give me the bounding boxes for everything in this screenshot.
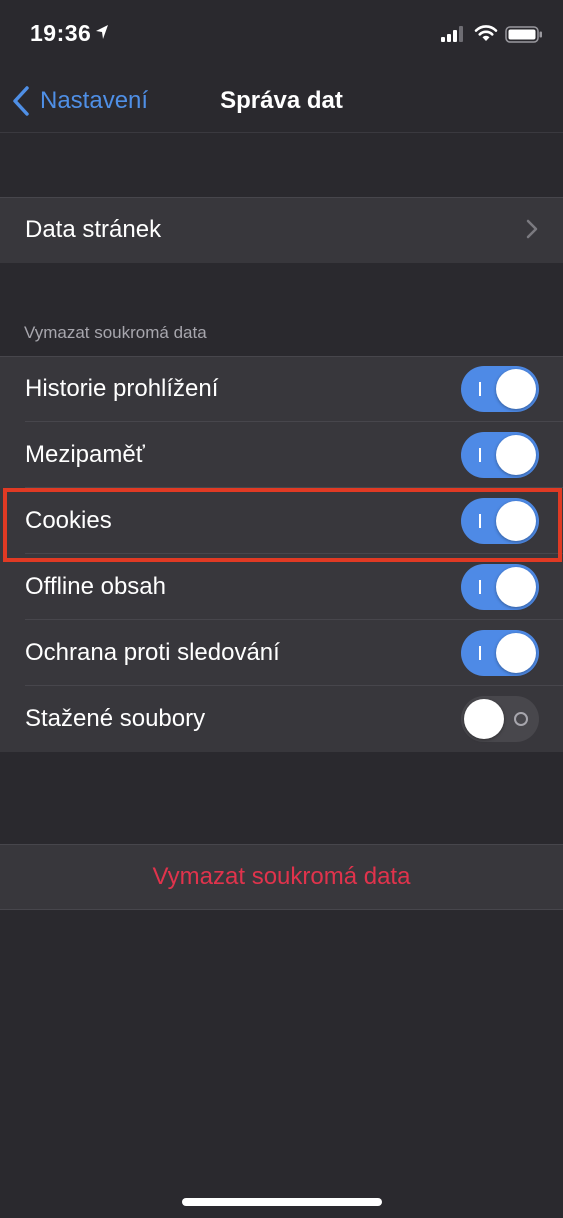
clear-private-data-label: Vymazat soukromá data (152, 863, 411, 890)
page-title: Správa dat (220, 87, 343, 114)
chevron-right-icon (526, 219, 538, 239)
clear-private-data-button[interactable]: Vymazat soukromá data (0, 844, 563, 910)
cache-toggle[interactable] (461, 432, 539, 478)
home-indicator[interactable] (182, 1198, 382, 1206)
toggle-row-cookies: Cookies (0, 488, 563, 554)
toggle-row-downloaded-files: Stažené soubory (0, 686, 563, 752)
offline-content-toggle[interactable] (461, 564, 539, 610)
tracking-protection-toggle[interactable] (461, 630, 539, 676)
wifi-icon (474, 25, 498, 41)
status-time: 19:36 (30, 20, 92, 46)
cookies-toggle[interactable] (461, 498, 539, 544)
website-data-group: Data stránek (0, 197, 563, 263)
battery-icon (505, 26, 542, 43)
clear-data-options-group: Historie prohlížení Mezipaměť Cookies Of… (0, 356, 563, 752)
toggle-row-history: Historie prohlížení (0, 356, 563, 422)
downloaded-files-toggle[interactable] (461, 696, 539, 742)
website-data-label: Data stránek (25, 216, 162, 243)
toggle-row-tracking-protection: Ochrana proti sledování (0, 620, 563, 686)
section-header: Vymazat soukromá data (24, 323, 207, 342)
history-toggle[interactable] (461, 366, 539, 412)
cache-label: Mezipaměť (25, 441, 145, 468)
location-arrow-icon (96, 25, 108, 39)
downloaded-files-label: Stažené soubory (25, 705, 206, 732)
cellular-signal-icon (441, 26, 463, 42)
navigation-bar: Nastavení Správa dat (0, 70, 563, 133)
status-bar: 19:36 (0, 0, 563, 70)
history-label: Historie prohlížení (25, 375, 219, 402)
toggle-row-offline-content: Offline obsah (0, 554, 563, 620)
website-data-row[interactable]: Data stránek (0, 197, 563, 263)
offline-content-label: Offline obsah (25, 573, 166, 600)
cookies-label: Cookies (25, 507, 112, 534)
toggle-row-cache: Mezipaměť (0, 422, 563, 488)
tracking-protection-label: Ochrana proti sledování (25, 639, 280, 666)
